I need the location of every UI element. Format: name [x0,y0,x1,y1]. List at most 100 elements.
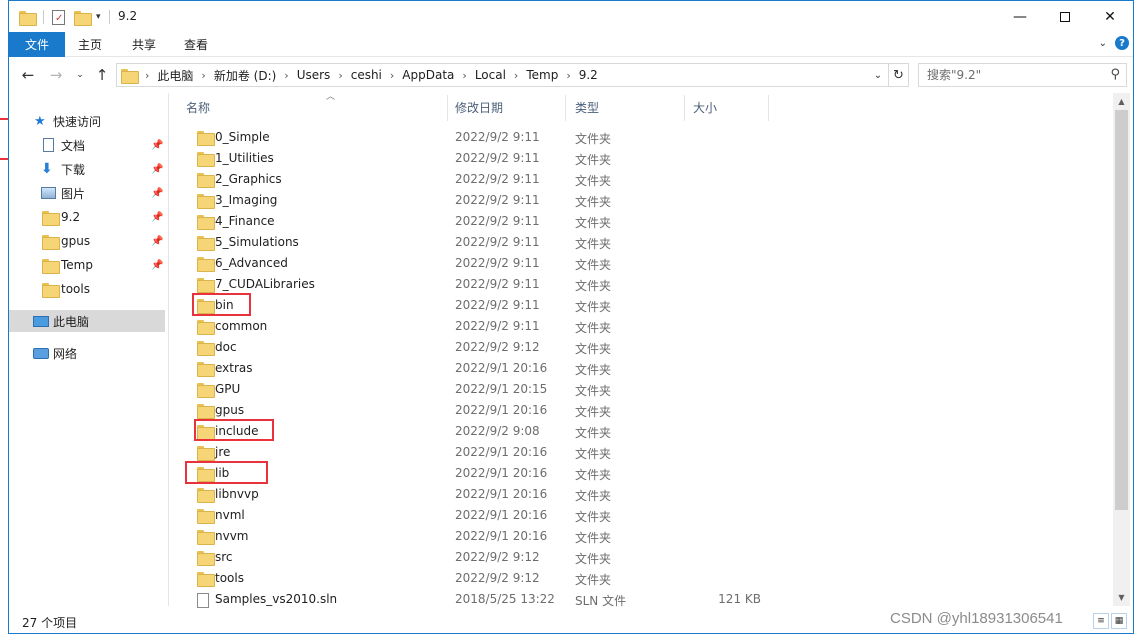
scrollbar-thumb[interactable] [1115,110,1128,510]
list-item[interactable]: 1_Utilities 2022/9/2 9:11 文件夹 [173,148,773,169]
column-divider[interactable] [684,95,685,121]
sidebar-item-gpus[interactable]: gpus 📌 [9,230,165,252]
tab-view[interactable]: 查看 [175,32,217,57]
pin-icon[interactable]: 📌 [151,164,163,175]
list-item[interactable]: common 2022/9/2 9:11 文件夹 [173,316,773,337]
list-item[interactable]: gpus 2022/9/1 20:16 文件夹 [173,400,773,421]
sidebar-item-network[interactable]: 网络 [9,342,165,364]
sidebar-item-temp[interactable]: Temp 📌 [9,254,165,276]
recent-locations-button[interactable]: ⌄ [69,64,91,86]
breadcrumb-item[interactable]: AppData [402,68,454,82]
sidebar-item-quick-access[interactable]: ★ 快速访问 [9,110,165,132]
item-date: 2022/9/1 20:16 [455,508,548,522]
list-item[interactable]: Samples_vs2010.sln 2018/5/25 13:22 SLN 文件 1… [173,589,773,610]
pin-icon[interactable]: 📌 [151,212,163,223]
chevron-right-icon[interactable]: › [284,69,288,82]
chevron-right-icon[interactable]: › [514,69,518,82]
maximize-button[interactable] [1042,1,1088,32]
list-item[interactable]: doc 2022/9/2 9:12 文件夹 [173,337,773,358]
pin-icon[interactable]: 📌 [151,140,163,151]
sidebar-item-pictures[interactable]: 图片 📌 [9,182,165,204]
column-header-type[interactable]: 类型 [575,93,685,121]
chevron-right-icon[interactable]: › [338,69,342,82]
list-item[interactable]: tools 2022/9/2 9:12 文件夹 [173,568,773,589]
chevron-right-icon[interactable]: › [201,69,205,82]
chevron-right-icon[interactable]: › [566,69,570,82]
close-button[interactable]: ✕ [1087,1,1133,32]
list-item[interactable]: src 2022/9/2 9:12 文件夹 [173,547,773,568]
pin-icon[interactable]: 📌 [151,260,163,271]
breadcrumb-item[interactable]: 9.2 [579,68,598,82]
list-item[interactable]: GPU 2022/9/1 20:15 文件夹 [173,379,773,400]
help-icon[interactable]: ? [1115,36,1129,50]
search-box[interactable]: ⚲ [918,63,1127,87]
column-header-name[interactable]: 名称 ︿ [186,92,436,121]
forward-button[interactable]: → [45,64,67,86]
expand-ribbon-icon[interactable]: ⌄ [1099,38,1107,49]
list-item[interactable]: 7_CUDALibraries 2022/9/2 9:11 文件夹 [173,274,773,295]
search-input[interactable] [927,68,1097,82]
breadcrumb-item[interactable]: Users [297,68,331,82]
minimize-button[interactable]: — [997,1,1043,32]
large-icons-view-icon[interactable]: ▦ [1111,613,1127,629]
column-header-modified[interactable]: 修改日期 [455,93,565,121]
list-item[interactable]: nvvm 2022/9/1 20:16 文件夹 [173,526,773,547]
sidebar-item-label: 网络 [53,346,78,361]
breadcrumb-item[interactable]: Local [475,68,506,82]
list-item[interactable]: 2_Graphics 2022/9/2 9:11 文件夹 [173,169,773,190]
list-item[interactable]: jre 2022/9/1 20:16 文件夹 [173,442,773,463]
back-button[interactable]: ← [17,64,39,86]
column-divider[interactable] [565,95,566,121]
tab-home[interactable]: 主页 [69,32,111,57]
scroll-up-icon[interactable]: ▲ [1113,93,1130,110]
dropdown-icon[interactable]: ▾ [96,12,101,22]
list-item[interactable]: nvml 2022/9/1 20:16 文件夹 [173,505,773,526]
breadcrumb-item[interactable]: ceshi [351,68,382,82]
column-divider[interactable] [768,95,769,121]
list-item[interactable]: 4_Finance 2022/9/2 9:11 文件夹 [173,211,773,232]
up-button[interactable]: ↑ [91,64,113,86]
vertical-scrollbar[interactable]: ▲ ▼ [1113,93,1130,606]
list-item[interactable]: bin 2022/9/2 9:11 文件夹 [173,295,773,316]
pin-icon[interactable]: 📌 [151,236,163,247]
search-icon[interactable]: ⚲ [1110,67,1120,82]
item-type: 文件夹 [575,321,612,335]
list-item[interactable]: 0_Simple 2022/9/2 9:11 文件夹 [173,127,773,148]
list-item[interactable]: 6_Advanced 2022/9/2 9:11 文件夹 [173,253,773,274]
breadcrumb-item[interactable]: 新加卷 (D:) [214,67,276,84]
list-item[interactable]: extras 2022/9/1 20:16 文件夹 [173,358,773,379]
list-item[interactable]: 3_Imaging 2022/9/2 9:11 文件夹 [173,190,773,211]
arrow-left-icon: ← [21,66,35,84]
list-item[interactable]: libnvvp 2022/9/1 20:16 文件夹 [173,484,773,505]
highlight-box-lib [185,461,268,484]
breadcrumb-item[interactable]: Temp [526,68,558,82]
chevron-right-icon[interactable]: › [462,69,466,82]
watermark: CSDN @yhl18931306541 [890,610,1063,627]
new-folder-icon[interactable] [74,10,92,26]
refresh-button[interactable]: ↻ [888,64,908,86]
address-bar[interactable]: › 此电脑 › 新加卷 (D:) › Users › ceshi › AppDa… [116,63,909,87]
sidebar-item-documents[interactable]: 文档 📌 [9,134,165,156]
tab-share[interactable]: 共享 [123,32,165,57]
item-type: 文件夹 [575,573,612,587]
details-view-icon[interactable]: ≡ [1093,613,1109,629]
scroll-down-icon[interactable]: ▼ [1113,589,1130,606]
item-date: 2022/9/2 9:11 [455,319,540,333]
address-history-button[interactable]: ⌄ [870,64,886,86]
tab-file[interactable]: 文件 [9,32,65,57]
column-header-size[interactable]: 大小 [693,93,763,121]
sidebar-item-downloads[interactable]: ⬇ 下载 📌 [9,158,165,180]
folder-icon [197,551,215,566]
item-name: 5_Simulations [215,235,299,249]
chevron-right-icon[interactable]: › [390,69,394,82]
pin-icon[interactable]: 📌 [151,188,163,199]
sidebar-item-this-pc[interactable]: 此电脑 [9,310,165,332]
sidebar-item-9-2[interactable]: 9.2 📌 [9,206,165,228]
list-item[interactable]: 5_Simulations 2022/9/2 9:11 文件夹 [173,232,773,253]
column-divider[interactable] [447,95,448,121]
item-date: 2022/9/2 9:08 [455,424,540,438]
sidebar-item-tools[interactable]: tools [9,278,165,300]
arrow-up-icon: ↑ [95,66,109,84]
properties-icon[interactable]: ✓ [52,9,65,25]
breadcrumb-item[interactable]: 此电脑 [157,67,193,84]
